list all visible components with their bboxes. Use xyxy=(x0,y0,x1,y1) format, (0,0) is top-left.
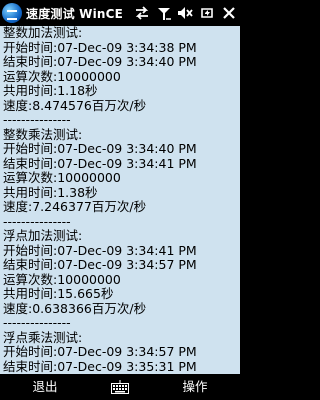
exit-softkey[interactable]: 退出 xyxy=(0,374,90,400)
log-line: 共用时间:1.18秒 xyxy=(3,83,98,98)
log-line: 运算次数:10000000 xyxy=(3,170,121,185)
log-separator: --------------- xyxy=(3,315,71,330)
status-bar: 速度测试 WinCE xyxy=(0,0,240,26)
log-line: 运算次数:10000000 xyxy=(3,271,121,287)
power-icon[interactable] xyxy=(199,5,215,21)
log-line: 速度:0.638366百万次/秒 xyxy=(3,300,147,316)
start-logo-icon[interactable] xyxy=(2,3,22,23)
log-line: 结束时间:07-Dec-09 3:34:40 PM xyxy=(3,54,197,69)
log-separator: --------------- xyxy=(3,213,71,229)
window-title: 速度测试 WinCE xyxy=(26,7,124,21)
connectivity-icon[interactable] xyxy=(134,5,150,21)
log-line: 速度:7.246377百万次/秒 xyxy=(3,199,147,214)
close-icon[interactable] xyxy=(221,5,237,21)
softkey-bar: 退出 操作 xyxy=(0,374,240,400)
log-line: 结束时间:07-Dec-09 3:35:31 PM xyxy=(3,358,197,374)
keyboard-icon[interactable] xyxy=(111,380,129,394)
log-panel[interactable]: 整数加法测试: 开始时间:07-Dec-09 3:34:38 PM 结束时间:0… xyxy=(0,26,240,374)
log-line: 开始时间:07-Dec-09 3:34:57 PM xyxy=(3,344,197,359)
log-line: 运算次数:10000000 xyxy=(3,68,121,84)
log-line: 开始时间:07-Dec-09 3:34:41 PM xyxy=(3,242,197,258)
actions-softkey[interactable]: 操作 xyxy=(150,374,240,400)
log-line: 共用时间:1.38秒 xyxy=(3,184,98,200)
log-line: 浮点乘法测试: xyxy=(3,329,83,345)
log-line: 开始时间:07-Dec-09 3:34:38 PM xyxy=(3,39,197,55)
log-separator: --------------- xyxy=(3,112,71,127)
log-line: 共用时间:15.665秒 xyxy=(3,286,114,301)
log-line: 速度:8.474576百万次/秒 xyxy=(3,97,147,113)
log-line: 整数乘法测试: xyxy=(3,126,83,142)
volume-muted-icon[interactable] xyxy=(177,5,193,21)
log-line: 开始时间:07-Dec-09 3:34:40 PM xyxy=(3,141,197,156)
log-line: 结束时间:07-Dec-09 3:34:41 PM xyxy=(3,155,197,171)
log-line: 浮点加法测试: xyxy=(3,228,83,243)
log-line: 整数加法测试: xyxy=(3,26,83,40)
log-line: 结束时间:07-Dec-09 3:34:57 PM xyxy=(3,257,197,272)
signal-icon[interactable] xyxy=(156,5,172,21)
